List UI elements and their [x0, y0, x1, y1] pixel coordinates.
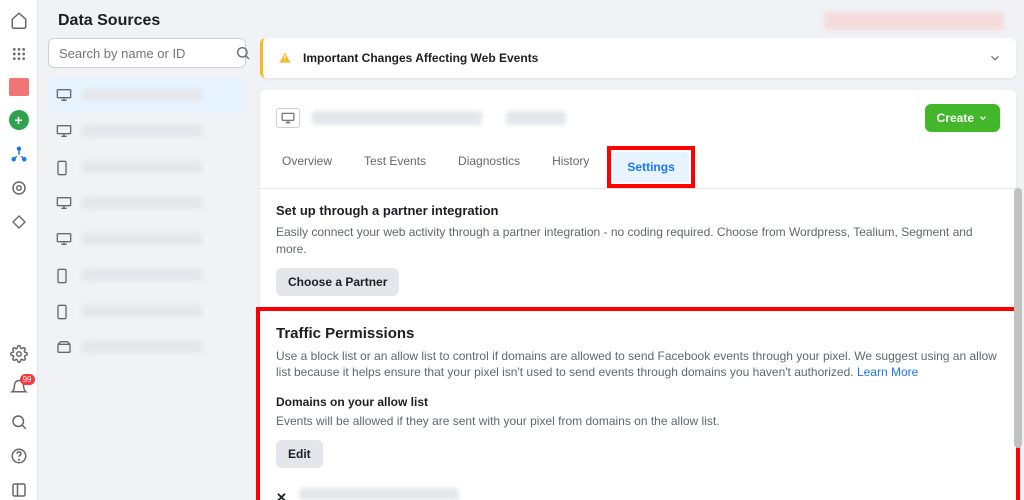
- data-source-item[interactable]: [48, 150, 246, 184]
- remove-domain-icon[interactable]: ✕: [276, 490, 287, 500]
- data-source-item[interactable]: [48, 222, 246, 256]
- data-source-card: Create Overview Test Events Diagnostics …: [260, 90, 1016, 500]
- partner-integration-section: Set up through a partner integration Eas…: [260, 189, 1016, 311]
- search-rail-icon[interactable]: [9, 412, 29, 432]
- pixel-id: [506, 111, 566, 125]
- desktop-icon: [56, 196, 72, 210]
- data-source-item[interactable]: [48, 330, 246, 364]
- info-banner[interactable]: Important Changes Affecting Web Events: [260, 38, 1016, 78]
- desktop-icon: [56, 88, 72, 102]
- domain-name: [299, 488, 459, 500]
- mobile-icon: [56, 268, 72, 282]
- help-icon[interactable]: [9, 446, 29, 466]
- pixel-name: [312, 111, 482, 125]
- data-source-item[interactable]: [48, 258, 246, 292]
- tab-bar: Overview Test Events Diagnostics History…: [260, 132, 1016, 189]
- notifications-icon[interactable]: 99: [9, 378, 29, 398]
- annotation-highlight: Traffic Permissions Use a block list or …: [256, 307, 1020, 500]
- mobile-icon: [56, 304, 72, 318]
- data-source-item[interactable]: [48, 186, 246, 220]
- edit-button[interactable]: Edit: [276, 440, 323, 468]
- section-body: Easily connect your web activity through…: [276, 224, 1000, 258]
- create-icon[interactable]: +: [9, 110, 29, 130]
- desktop-icon: [276, 108, 300, 128]
- tab-settings[interactable]: Settings: [613, 152, 688, 182]
- chevron-down-icon: [988, 51, 1002, 65]
- annotation-highlight: Settings: [607, 146, 694, 188]
- section-body: Use a block list or an allow list to con…: [276, 348, 1000, 382]
- notification-badge: 99: [20, 374, 35, 385]
- grid-icon[interactable]: [9, 44, 29, 64]
- search-input[interactable]: [59, 46, 235, 61]
- home-icon[interactable]: [9, 10, 29, 30]
- offline-icon: [56, 340, 72, 354]
- section-heading: Traffic Permissions: [276, 325, 1000, 342]
- choose-partner-button[interactable]: Choose a Partner: [276, 268, 399, 296]
- settings-gear-icon[interactable]: [9, 178, 29, 198]
- search-input-wrap[interactable]: [48, 38, 246, 68]
- account-tab-icon[interactable]: [9, 78, 29, 96]
- section-heading: Set up through a partner integration: [276, 203, 1000, 218]
- desktop-icon: [56, 232, 72, 246]
- data-source-item[interactable]: [48, 114, 246, 148]
- tab-diagnostics[interactable]: Diagnostics: [444, 146, 534, 188]
- diamond-icon[interactable]: [9, 212, 29, 232]
- allow-list-body: Events will be allowed if they are sent …: [276, 413, 1000, 430]
- tab-overview[interactable]: Overview: [268, 146, 346, 188]
- scrollbar[interactable]: [1014, 188, 1022, 448]
- page-header: Data Sources: [38, 0, 1024, 38]
- gear-icon[interactable]: [9, 344, 29, 364]
- desktop-icon: [56, 124, 72, 138]
- tab-history[interactable]: History: [538, 146, 603, 188]
- collapse-icon[interactable]: [9, 480, 29, 500]
- data-source-item[interactable]: [48, 78, 246, 112]
- search-icon: [235, 45, 251, 61]
- page-title: Data Sources: [58, 12, 160, 30]
- main-panel: Important Changes Affecting Web Events C…: [256, 38, 1024, 500]
- left-rail: + 99: [0, 0, 38, 500]
- tab-test-events[interactable]: Test Events: [350, 146, 440, 188]
- data-sources-icon[interactable]: [9, 144, 29, 164]
- warning-icon: [277, 50, 293, 66]
- allow-list-domain-row: ✕ Added to allow list on Apr 6, 2021: [276, 482, 1000, 500]
- allow-list-heading: Domains on your allow list: [276, 395, 1000, 409]
- learn-more-link[interactable]: Learn More: [857, 365, 918, 379]
- account-selector[interactable]: [824, 12, 1004, 30]
- data-source-list-panel: [38, 38, 256, 500]
- mobile-icon: [56, 160, 72, 174]
- banner-text: Important Changes Affecting Web Events: [303, 51, 988, 65]
- data-source-item[interactable]: [48, 294, 246, 328]
- traffic-permissions-section: Traffic Permissions Use a block list or …: [260, 311, 1016, 500]
- create-button[interactable]: Create: [925, 104, 1000, 132]
